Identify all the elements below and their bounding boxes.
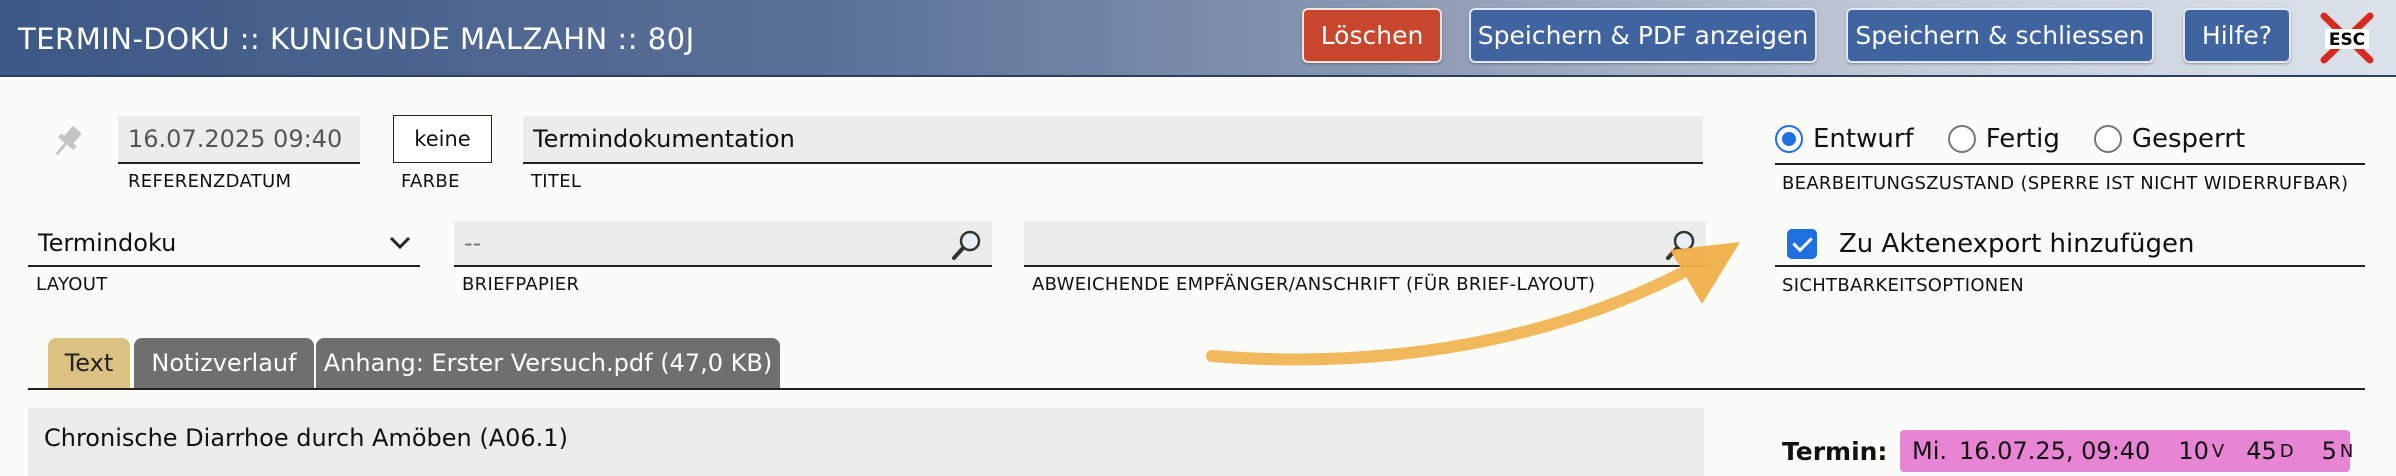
status-radio-draft[interactable]: Entwurf xyxy=(1775,124,1914,154)
search-icon[interactable] xyxy=(950,228,984,262)
status-locked-label: Gesperrt xyxy=(2131,124,2246,154)
reference-date-field[interactable]: 16.07.2025 09:40 xyxy=(118,116,360,164)
chevron-down-icon xyxy=(389,236,411,250)
visibility-label: SICHTBARKEITSOPTIONEN xyxy=(1782,275,2025,296)
status-label: BEARBEITUNGSZUSTAND (SPERRE IST NICHT WI… xyxy=(1782,173,2349,194)
letterhead-field[interactable]: -- xyxy=(454,221,992,267)
color-label: FARBE xyxy=(401,171,460,192)
letterhead-label: BRIEFPAPIER xyxy=(462,274,580,295)
tab-text[interactable]: Text xyxy=(48,338,130,388)
title-label: TITEL xyxy=(531,171,582,192)
save-pdf-button[interactable]: Speichern & PDF anzeigen xyxy=(1469,8,1817,63)
layout-label: LAYOUT xyxy=(36,274,108,295)
header-bar: TERMIN-DOKU :: KUNIGUNDE MALZAHN :: 80J … xyxy=(0,0,2396,77)
tab-attachment[interactable]: Anhang: Erster Versuch.pdf (47,0 KB) xyxy=(316,338,780,388)
layout-select[interactable]: Termindoku xyxy=(28,221,420,267)
appointment-datetime: 16.07.25, 09:40 xyxy=(1959,437,2151,465)
esc-close-icon[interactable]: ESC xyxy=(2318,10,2376,66)
export-checkbox-label: Zu Aktenexport hinzufügen xyxy=(1839,229,2195,259)
status-radio-group: Entwurf Fertig Gesperrt xyxy=(1775,118,2279,160)
letterhead-value: -- xyxy=(464,229,482,257)
export-checkbox[interactable] xyxy=(1787,229,1817,259)
status-radio-done[interactable]: Fertig xyxy=(1947,124,2060,154)
appointment-v-unit: V xyxy=(2211,440,2225,462)
text-editor[interactable]: Chronische Diarrhoe durch Amöben (A06.1) xyxy=(28,408,1704,476)
status-done-label: Fertig xyxy=(1985,124,2060,154)
color-button[interactable]: keine xyxy=(393,115,492,163)
tab-note-history[interactable]: Notizverlauf xyxy=(134,338,314,388)
title-field[interactable]: Termindokumentation xyxy=(523,116,1703,164)
page-title: TERMIN-DOKU :: KUNIGUNDE MALZAHN :: 80J xyxy=(18,22,695,56)
status-radio-locked[interactable]: Gesperrt xyxy=(2093,124,2246,154)
appointment-badge[interactable]: Mi. 16.07.25, 09:40 10 V 45 D 5N xyxy=(1900,430,2354,472)
status-draft-label: Entwurf xyxy=(1813,124,1914,154)
help-button[interactable]: Hilfe? xyxy=(2183,8,2291,63)
export-checkbox-row[interactable]: Zu Aktenexport hinzufügen xyxy=(1775,223,2365,267)
status-divider xyxy=(1775,163,2365,165)
radio-circle-icon xyxy=(1947,125,1976,153)
diagnosis-text: Chronische Diarrhoe durch Amöben (A06.1) xyxy=(44,424,568,452)
layout-value: Termindoku xyxy=(38,229,177,257)
delete-button[interactable]: Löschen xyxy=(1302,8,1442,63)
reference-date-label: REFERENZDATUM xyxy=(128,171,292,192)
save-close-button[interactable]: Speichern & schliessen xyxy=(1846,8,2154,63)
appointment-d-unit: D xyxy=(2279,440,2294,462)
appointment-d-count: 45 xyxy=(2246,437,2277,465)
radio-circle-icon xyxy=(2093,125,2122,153)
appointment-day: Mi. xyxy=(1912,437,1948,465)
appointment-label: Termin: xyxy=(1782,437,1888,466)
appointment-n-unit: N xyxy=(2339,440,2354,462)
tab-bar-line xyxy=(28,388,2365,390)
radio-circle-icon xyxy=(1775,125,1803,153)
esc-text: ESC xyxy=(2329,30,2365,50)
pin-icon[interactable] xyxy=(48,122,86,162)
annotation-arrow xyxy=(1206,242,1740,366)
appointment-n-count: 5 xyxy=(2321,437,2337,465)
appointment-v-count: 10 xyxy=(2178,437,2209,465)
